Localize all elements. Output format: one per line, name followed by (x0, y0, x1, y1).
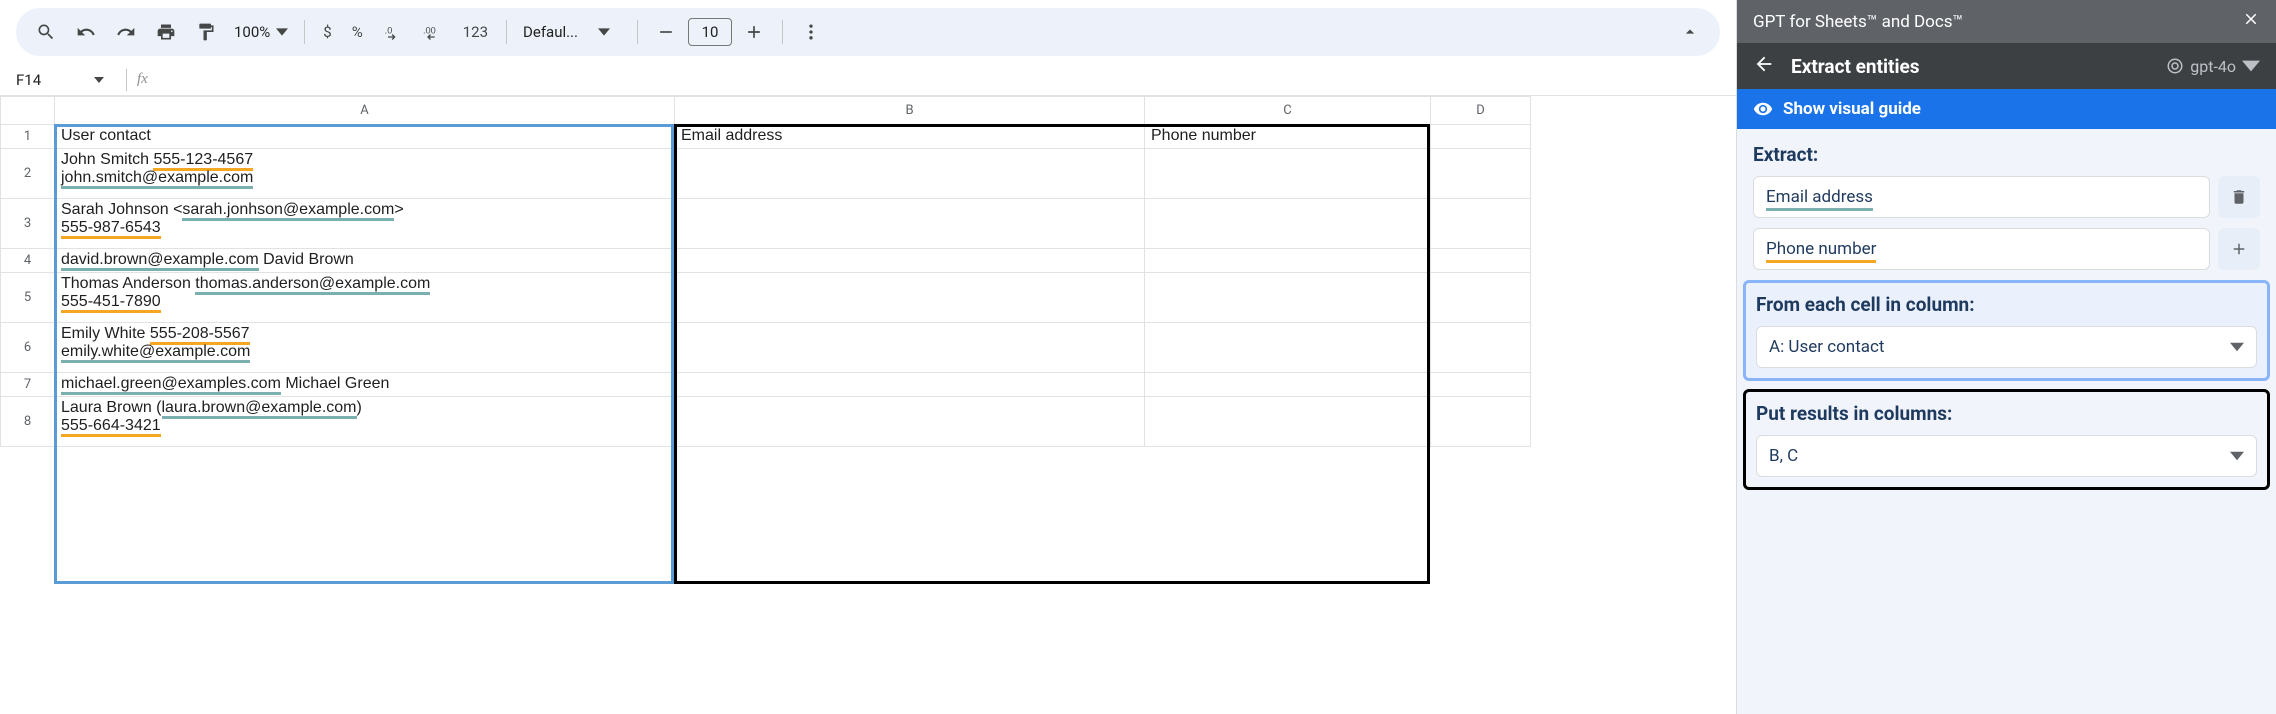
cell[interactable]: Thomas Anderson thomas.anderson@example.… (55, 273, 675, 323)
extract-label: Extract: (1753, 143, 2260, 166)
decrease-decimal-icon[interactable]: .0 (375, 14, 411, 50)
sidebar-title: GPT for Sheets™ and Docs™ (1753, 12, 1963, 32)
cell[interactable] (675, 323, 1145, 373)
toolbar: 100% $ % .0 .00 123 Defaul... 10 (16, 8, 1720, 56)
select-all-corner[interactable] (1, 97, 55, 125)
cell[interactable] (1431, 125, 1531, 149)
print-icon[interactable] (148, 14, 184, 50)
cell[interactable] (1145, 149, 1431, 199)
from-column-section: From each cell in column: A: User contac… (1743, 280, 2270, 381)
cell[interactable]: Emily White 555-208-5567emily.white@exam… (55, 323, 675, 373)
cell[interactable] (675, 149, 1145, 199)
col-header-C[interactable]: C (1145, 97, 1431, 125)
collapse-toolbar-icon[interactable] (1672, 14, 1708, 50)
from-label: From each cell in column: (1756, 293, 2257, 316)
put-label: Put results in columns: (1756, 402, 2257, 425)
name-box[interactable]: F14 (16, 71, 116, 89)
back-icon[interactable] (1753, 53, 1775, 79)
put-columns-select[interactable]: B, C (1756, 435, 2257, 477)
row-header[interactable]: 2 (1, 149, 55, 199)
cell[interactable] (1145, 199, 1431, 249)
row-header[interactable]: 8 (1, 397, 55, 447)
fx-label: fx (137, 71, 148, 88)
font-size-input[interactable]: 10 (688, 18, 732, 46)
cell[interactable]: david.brown@example.com David Brown (55, 249, 675, 273)
cell[interactable]: Email address (675, 125, 1145, 149)
zoom-select[interactable]: 100% (228, 23, 294, 41)
col-header-B[interactable]: B (675, 97, 1145, 125)
row-header[interactable]: 7 (1, 373, 55, 397)
cell[interactable]: michael.green@examples.com Michael Green (55, 373, 675, 397)
cell[interactable] (1145, 323, 1431, 373)
col-header-D[interactable]: D (1431, 97, 1531, 125)
cell[interactable]: User contact (55, 125, 675, 149)
cell[interactable]: Sarah Johnson <sarah.jonhson@example.com… (55, 199, 675, 249)
delete-entity-icon[interactable] (2218, 176, 2260, 218)
cell[interactable] (1431, 323, 1531, 373)
font-select[interactable]: Defaul... (517, 23, 627, 41)
cell[interactable] (1145, 373, 1431, 397)
cell[interactable] (675, 273, 1145, 323)
increase-decimal-icon[interactable]: .00 (415, 14, 451, 50)
row-header[interactable]: 4 (1, 249, 55, 273)
cell[interactable] (1431, 149, 1531, 199)
search-icon[interactable] (28, 14, 64, 50)
eye-icon (1753, 99, 1773, 119)
svg-text:.00: .00 (423, 26, 436, 36)
close-icon[interactable] (2242, 10, 2260, 33)
cell[interactable] (1145, 249, 1431, 273)
cell[interactable] (1431, 273, 1531, 323)
decrease-font-icon[interactable] (648, 14, 684, 50)
model-select[interactable]: gpt-4o (2166, 57, 2260, 76)
sidebar: GPT for Sheets™ and Docs™ Extract entiti… (1736, 0, 2276, 714)
format-123[interactable]: 123 (455, 23, 496, 41)
row-header[interactable]: 5 (1, 273, 55, 323)
cell[interactable] (1431, 397, 1531, 447)
row-header[interactable]: 3 (1, 199, 55, 249)
cell[interactable] (675, 397, 1145, 447)
cell[interactable] (1431, 199, 1531, 249)
spreadsheet-grid[interactable]: A B C D 1 User contact Email address Pho… (0, 96, 1531, 447)
cell[interactable] (1145, 273, 1431, 323)
formula-bar: F14 fx (0, 64, 1736, 96)
sidebar-header: GPT for Sheets™ and Docs™ (1737, 0, 2276, 43)
more-icon[interactable] (793, 14, 829, 50)
visual-guide-button[interactable]: Show visual guide (1737, 89, 2276, 129)
cell[interactable]: Laura Brown (laura.brown@example.com)555… (55, 397, 675, 447)
sidebar-nav-title: Extract entities (1791, 55, 2150, 78)
undo-icon[interactable] (68, 14, 104, 50)
openai-icon (2166, 57, 2184, 75)
paint-format-icon[interactable] (188, 14, 224, 50)
from-column-select[interactable]: A: User contact (1756, 326, 2257, 368)
extract-entity-input-2[interactable]: Phone number (1753, 228, 2210, 270)
percent-format[interactable]: % (344, 23, 371, 41)
sidebar-nav: Extract entities gpt-4o (1737, 43, 2276, 89)
put-results-section: Put results in columns: B, C (1743, 389, 2270, 490)
row-header[interactable]: 6 (1, 323, 55, 373)
cell[interactable]: John Smitch 555-123-4567john.smitch@exam… (55, 149, 675, 199)
cell[interactable]: Phone number (1145, 125, 1431, 149)
cell[interactable] (675, 373, 1145, 397)
cell[interactable] (675, 249, 1145, 273)
currency-format[interactable]: $ (315, 23, 339, 41)
extract-entity-input-1[interactable]: Email address (1753, 176, 2210, 218)
cell[interactable] (675, 199, 1145, 249)
row-header[interactable]: 1 (1, 125, 55, 149)
col-header-A[interactable]: A (55, 97, 675, 125)
cell[interactable] (1431, 249, 1531, 273)
add-entity-icon[interactable] (2218, 228, 2260, 270)
cell[interactable] (1431, 373, 1531, 397)
redo-icon[interactable] (108, 14, 144, 50)
svg-text:.0: .0 (384, 26, 392, 36)
cell[interactable] (1145, 397, 1431, 447)
increase-font-icon[interactable] (736, 14, 772, 50)
